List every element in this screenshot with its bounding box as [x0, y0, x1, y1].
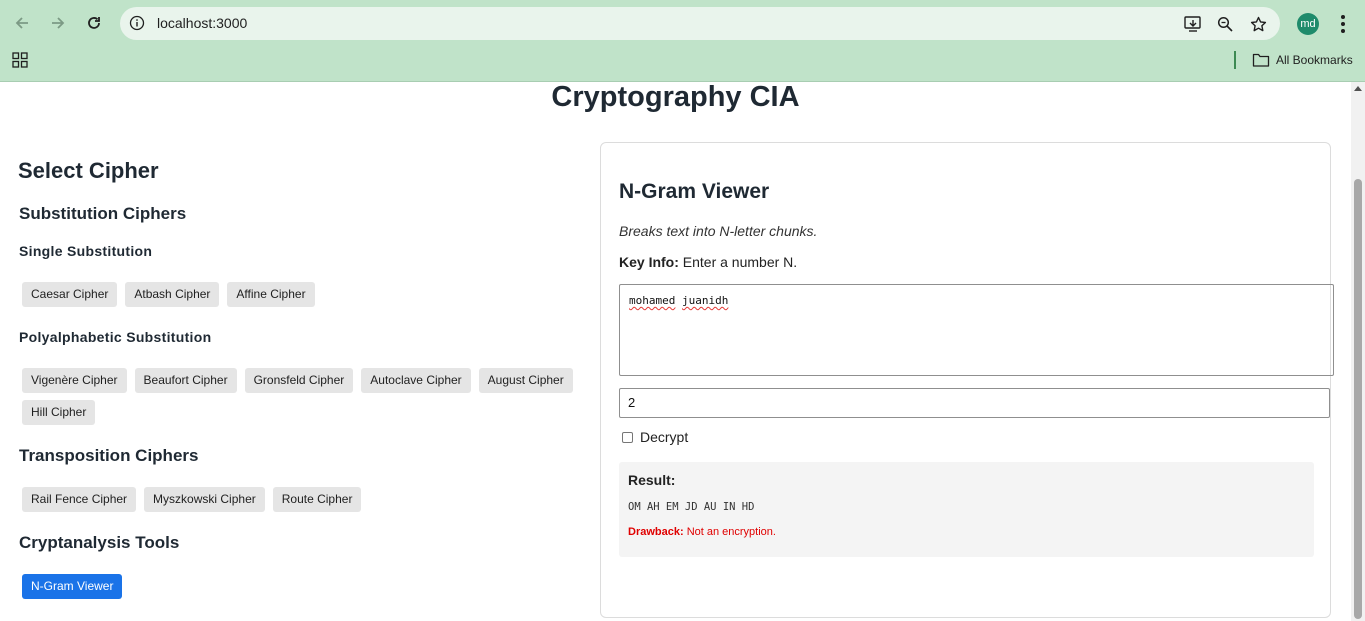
key-info-text: Enter a number N. — [678, 254, 798, 270]
drawback-label: Drawback: — [628, 526, 684, 538]
key-info-label: Key Info: — [619, 254, 679, 270]
select-cipher-heading: Select Cipher — [18, 158, 159, 183]
decrypt-label: Decrypt — [640, 429, 689, 445]
zoom-icon[interactable] — [1215, 14, 1235, 34]
single-substitution-buttons: Caesar Cipher Atbash Cipher Affine Ciphe… — [22, 282, 582, 307]
drawback-note: Drawback: Not an encryption. — [628, 526, 776, 538]
info-icon[interactable] — [129, 15, 145, 31]
transposition-buttons: Rail Fence Cipher Myszkowski Cipher Rout… — [22, 487, 582, 512]
key-info: Key Info: Enter a number N. — [619, 254, 797, 270]
autoclave-cipher-button[interactable]: Autoclave Cipher — [361, 368, 471, 393]
page-scrollbar[interactable] — [1351, 82, 1365, 621]
all-bookmarks-link[interactable]: All Bookmarks — [1276, 53, 1353, 67]
drawback-text: Not an encryption. — [683, 526, 776, 538]
address-bar[interactable]: localhost:3000 — [120, 7, 1280, 40]
atbash-cipher-button[interactable]: Atbash Cipher — [125, 282, 220, 307]
cipher-description: Breaks text into N-letter chunks. — [619, 223, 818, 239]
bookmarks-divider — [1234, 51, 1236, 69]
polyalphabetic-buttons: Vigenère Cipher Beaufort Cipher Gronsfel… — [22, 368, 582, 425]
vigenere-cipher-button[interactable]: Vigenère Cipher — [22, 368, 127, 393]
affine-cipher-button[interactable]: Affine Cipher — [227, 282, 315, 307]
scroll-up-arrow-icon[interactable] — [1354, 86, 1362, 91]
reload-icon — [88, 17, 100, 29]
myszkowski-cipher-button[interactable]: Myszkowski Cipher — [144, 487, 265, 512]
forward-button[interactable] — [45, 10, 71, 36]
rail-fence-cipher-button[interactable]: Rail Fence Cipher — [22, 487, 137, 512]
input-text-space — [675, 294, 682, 307]
browser-toolbar: localhost:3000 md All Bookmarks — [0, 0, 1365, 82]
beaufort-cipher-button[interactable]: Beaufort Cipher — [134, 368, 237, 393]
scrollbar-thumb[interactable] — [1354, 179, 1362, 619]
back-button[interactable] — [9, 10, 35, 36]
result-output: OM AH EM JD AU IN HD — [628, 501, 755, 513]
cipher-panel: N-Gram Viewer Breaks text into N-letter … — [600, 142, 1334, 618]
profile-avatar[interactable]: md — [1297, 13, 1319, 35]
transposition-heading: Transposition Ciphers — [19, 446, 199, 465]
arrow-right-icon — [52, 17, 65, 29]
decrypt-checkbox[interactable] — [622, 431, 633, 443]
arrow-left-icon — [15, 17, 28, 29]
input-textarea[interactable]: mohamed juanidh — [619, 284, 1334, 376]
kebab-menu-icon[interactable] — [1335, 12, 1351, 36]
gronsfeld-cipher-button[interactable]: Gronsfeld Cipher — [244, 368, 354, 393]
apps-grid-icon[interactable] — [12, 52, 28, 68]
route-cipher-button[interactable]: Route Cipher — [272, 487, 362, 512]
decrypt-toggle[interactable]: Decrypt — [622, 429, 688, 445]
input-text-word: juanidh — [681, 294, 729, 307]
polyalphabetic-heading: Polyalphabetic Substitution — [19, 329, 212, 345]
page-content: Cryptography CIA Select Cipher Substitut… — [0, 82, 1351, 621]
single-substitution-heading: Single Substitution — [19, 243, 153, 259]
install-app-icon[interactable] — [1183, 14, 1203, 34]
substitution-heading: Substitution Ciphers — [19, 204, 187, 223]
folder-icon[interactable] — [1252, 52, 1270, 68]
input-text-word: mohamed — [629, 294, 676, 307]
url-text[interactable]: localhost:3000 — [157, 15, 247, 31]
august-cipher-button[interactable]: August Cipher — [478, 368, 573, 393]
n-gram-viewer-button[interactable]: N-Gram Viewer — [22, 574, 123, 599]
result-box: Result: OM AH EM JD AU IN HD Drawback: N… — [619, 462, 1314, 557]
result-label: Result: — [628, 472, 676, 488]
bookmark-star-icon[interactable] — [1248, 14, 1268, 34]
hill-cipher-button[interactable]: Hill Cipher — [22, 400, 96, 425]
page-title: Cryptography CIA — [551, 82, 800, 113]
reload-button[interactable] — [81, 10, 107, 36]
caesar-cipher-button[interactable]: Caesar Cipher — [22, 282, 118, 307]
cryptanalysis-buttons: N-Gram Viewer — [22, 574, 582, 599]
panel-title: N-Gram Viewer — [619, 180, 770, 203]
cryptanalysis-heading: Cryptanalysis Tools — [19, 533, 180, 552]
n-input[interactable]: 2 — [619, 388, 1330, 418]
